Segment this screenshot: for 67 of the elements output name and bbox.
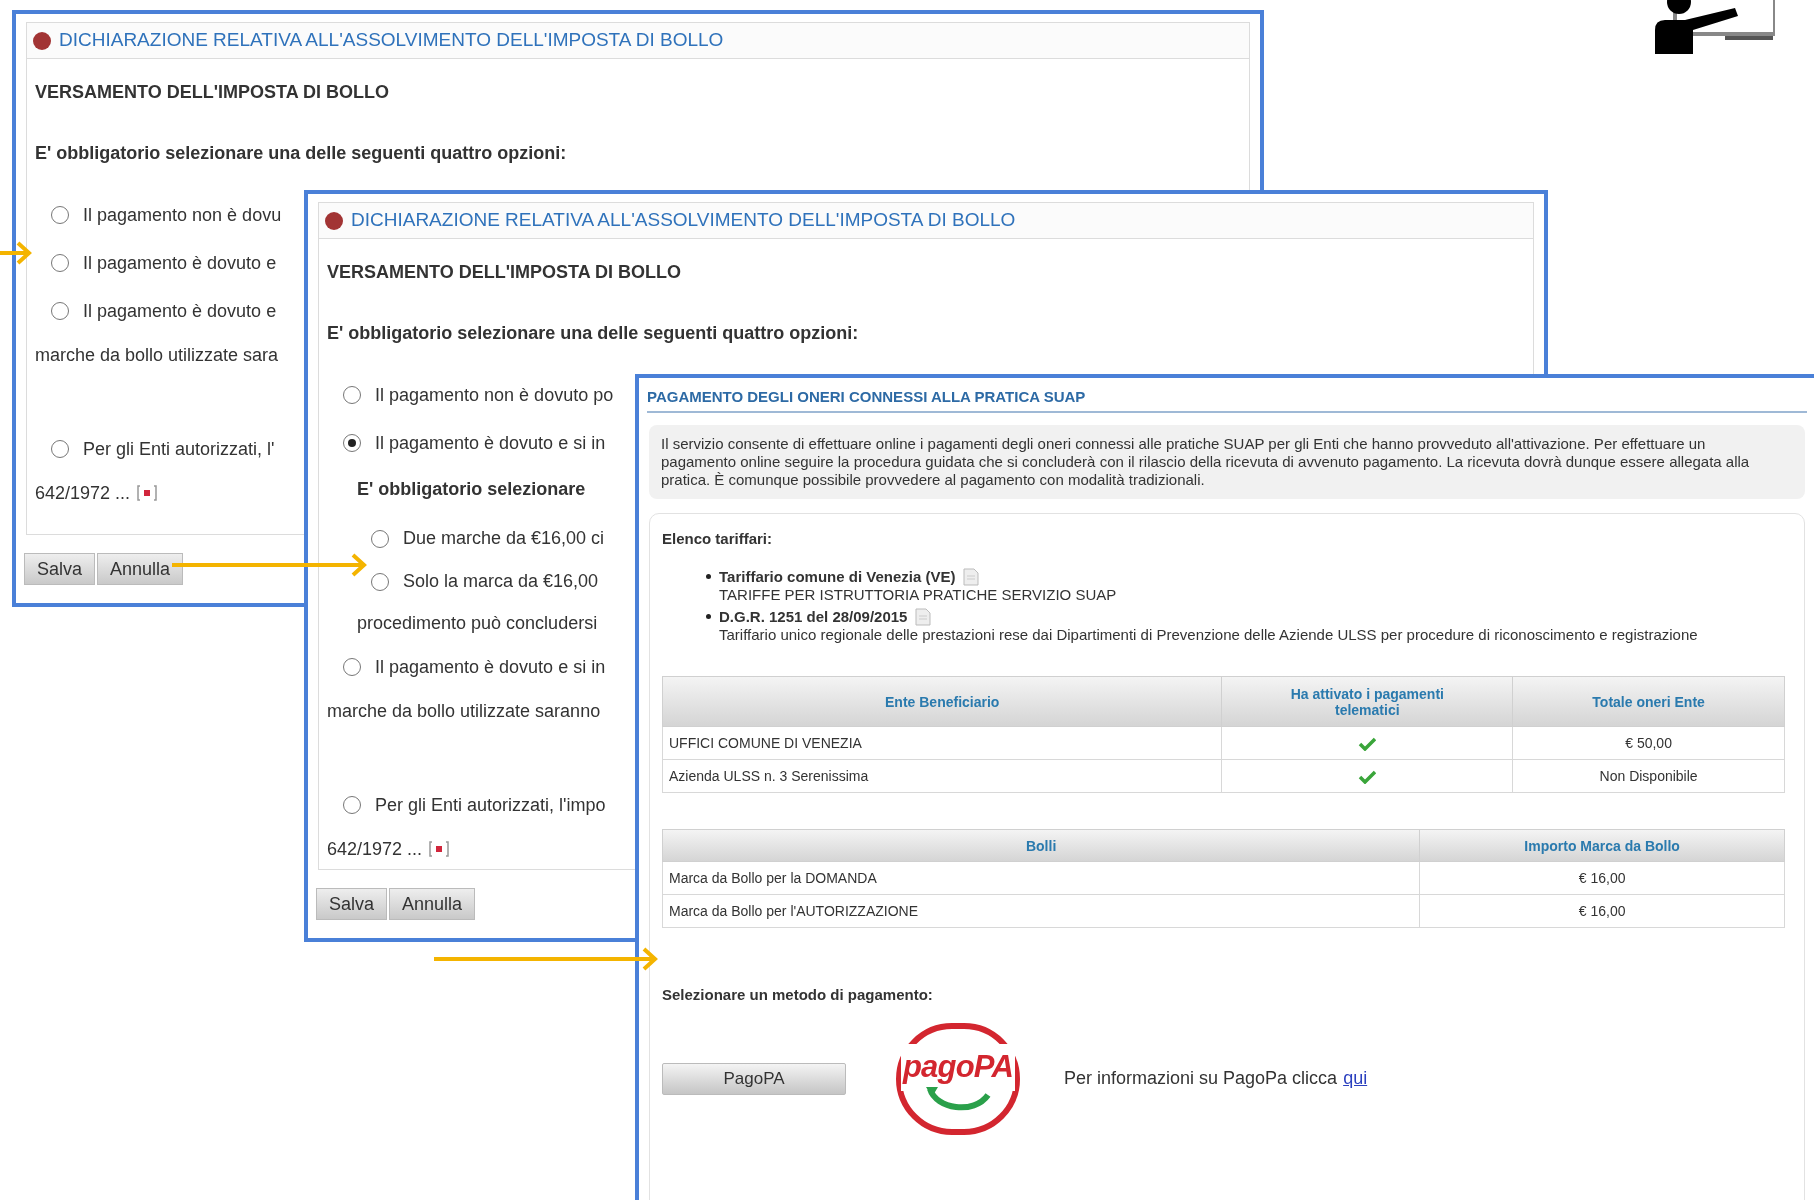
table-cell: UFFICI COMUNE DI VENEZIA bbox=[662, 726, 1222, 760]
presenter-icon bbox=[1655, 0, 1775, 54]
form-button[interactable]: Salva bbox=[316, 888, 388, 920]
table-cell: € 16,00 bbox=[1419, 894, 1785, 928]
form-button[interactable]: Salva bbox=[24, 553, 96, 585]
radio-button[interactable] bbox=[51, 254, 69, 272]
tariff-name: D.G.R. 1251 del 28/09/2015 bbox=[719, 608, 908, 626]
bullet-icon bbox=[706, 614, 711, 619]
window-title: DICHIARAZIONE RELATIVA ALL'ASSOLVIMENTO DELL'IMPOSTA DI BOLLO bbox=[59, 28, 724, 53]
option-label: procedimento può concludersi bbox=[357, 611, 598, 635]
info-text: Per informazioni su PagoPa clicca bbox=[1064, 1067, 1338, 1090]
window-title: DICHIARAZIONE RELATIVA ALL'ASSOLVIMENTO DELL'IMPOSTA DI BOLLO bbox=[351, 208, 1016, 233]
column-header: Ha attivato i pagamenti telematici bbox=[1221, 676, 1513, 727]
option-label: Due marche da €16,00 ci bbox=[403, 527, 605, 550]
instruction-text: E' obbligatorio selezionare bbox=[357, 477, 586, 501]
tariff-name: Tariffario comune di Venezia (VE) bbox=[719, 568, 956, 586]
pagopa-button[interactable]: PagoPA bbox=[662, 1062, 846, 1095]
radio-button[interactable] bbox=[343, 434, 361, 452]
table-cell: Non Disponibile bbox=[1512, 759, 1785, 793]
option-label: Il pagamento non è dovu bbox=[83, 203, 282, 227]
section-heading: VERSAMENTO DELL'IMPOSTA DI BOLLO bbox=[35, 81, 390, 104]
table-cell: Marca da Bollo per l'AUTORIZZAZIONE bbox=[662, 894, 1420, 928]
radio-button[interactable] bbox=[51, 206, 69, 224]
note-icon[interactable] bbox=[428, 840, 451, 858]
radio-button[interactable] bbox=[343, 658, 361, 676]
table-cell: Marca da Bollo per la DOMANDA bbox=[662, 861, 1420, 895]
option-label: Il pagamento è dovuto e bbox=[83, 251, 277, 275]
option-label: Il pagamento non è dovuto po bbox=[375, 383, 614, 407]
logo-text: pagoPA bbox=[900, 1044, 1016, 1091]
column-header: Ente Beneficiario bbox=[662, 676, 1222, 727]
option-label: Solo la marca da €16,00 bbox=[403, 570, 599, 593]
column-header: Totale oneri Ente bbox=[1512, 676, 1785, 727]
instruction-text: E' obbligatorio selezionare una delle seguenti quattro opzioni: bbox=[327, 322, 860, 345]
option-label: marche da bollo utilizzate sara bbox=[35, 343, 279, 367]
section-heading: Selezionare un metodo di pagamento: bbox=[662, 985, 934, 1005]
table-cell: € 50,00 bbox=[1512, 726, 1785, 760]
option-label: Il pagamento è dovuto e bbox=[83, 299, 277, 323]
tariff-description: Tariffario unico regionale delle prestazioni rese dai Dipartimenti di Prevenzione delle Aziende ULSS per procedure di riconoscimento e registrazione bbox=[719, 626, 1698, 644]
option-label: Per gli Enti autorizzati, l' bbox=[83, 437, 275, 461]
info-text: Il servizio consente di effettuare online i pagamenti degli oneri connessi alle pratiche SUAP per gli Enti che hanno provveduto all'attivazione. Per effettuare un pagamento online seguire la procedura guidata che si concluderà con il rilascio della ricevuta di avvenuto pagamento. La ricevuta dovrà dunque essere allegata alla pratica. È comunque possibile provvedere al pagamento con modalità tradizionali. bbox=[661, 434, 1751, 489]
option-label: 642/1972 ... bbox=[35, 481, 131, 505]
instruction-text: E' obbligatorio selezionare una delle seguenti quattro opzioni: bbox=[35, 142, 568, 165]
window-title: PAGAMENTO DEGLI ONERI CONNESSI ALLA PRATICA SUAP bbox=[647, 378, 1807, 413]
table-cell: Azienda ULSS n. 3 Serenissima bbox=[662, 759, 1222, 793]
option-label: Il pagamento è dovuto e si in bbox=[375, 431, 606, 455]
radio-button[interactable] bbox=[51, 440, 69, 458]
option-label: 642/1972 ... bbox=[327, 837, 423, 861]
section-heading: VERSAMENTO DELL'IMPOSTA DI BOLLO bbox=[327, 261, 682, 284]
option-label: Il pagamento è dovuto e si in bbox=[375, 655, 606, 679]
radio-button[interactable] bbox=[343, 796, 361, 814]
radio-button[interactable] bbox=[51, 302, 69, 320]
column-header: Importo Marca da Bollo bbox=[1419, 829, 1785, 862]
option-label: Per gli Enti autorizzati, l'impo bbox=[375, 793, 606, 817]
tariff-description: TARIFFE PER ISTRUTTORIA PRATICHE SERVIZIO SUAP bbox=[719, 586, 1117, 604]
pointer-arrow bbox=[0, 241, 32, 265]
form-button[interactable]: Annulla bbox=[97, 553, 184, 585]
table-cell: € 16,00 bbox=[1419, 861, 1785, 895]
radio-button[interactable] bbox=[371, 572, 389, 591]
radio-button[interactable] bbox=[343, 386, 361, 404]
radio-button[interactable] bbox=[371, 529, 389, 548]
info-link[interactable]: qui bbox=[1343, 1065, 1368, 1092]
form-button[interactable]: Annulla bbox=[389, 888, 476, 920]
bullet-icon bbox=[706, 574, 711, 579]
section-heading: Elenco tariffari: bbox=[662, 528, 774, 549]
note-icon[interactable] bbox=[136, 484, 159, 502]
option-label: marche da bollo utilizzate saranno bbox=[327, 699, 601, 723]
column-header: Bolli bbox=[662, 829, 1420, 862]
